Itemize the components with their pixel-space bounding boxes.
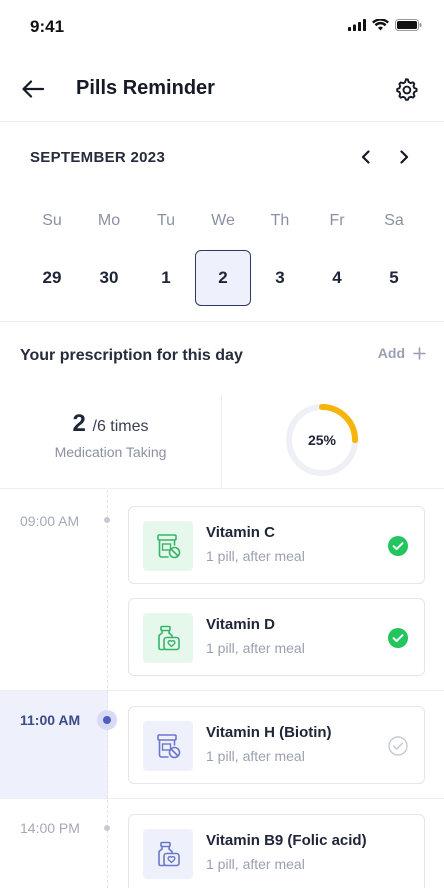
slot-divider bbox=[0, 798, 444, 799]
app-header: Pills Reminder bbox=[0, 60, 444, 118]
date-row: 29 30 1 2 3 4 5 bbox=[24, 250, 422, 306]
medication-name: Vitamin C bbox=[206, 524, 275, 541]
weekday-label: Mo bbox=[97, 212, 121, 229]
medication-name: Vitamin D bbox=[206, 616, 275, 633]
medication-card[interactable]: Vitamin C 1 pill, after meal bbox=[128, 506, 425, 584]
supplement-jar-icon bbox=[158, 625, 180, 651]
check-circle-icon[interactable] bbox=[388, 628, 408, 648]
chevron-left-icon bbox=[361, 150, 370, 164]
weekday-label: We bbox=[211, 212, 235, 229]
medication-card[interactable]: Vitamin B9 (Folic acid) 1 pill, after me… bbox=[128, 814, 425, 888]
add-label: Add bbox=[377, 345, 405, 361]
calendar-divider bbox=[0, 321, 444, 322]
stats-row: 2 /6 times Medication Taking bbox=[0, 396, 444, 488]
month-label: SEPTEMBER 2023 bbox=[30, 149, 166, 166]
medication-dose: 1 pill, after meal bbox=[206, 548, 305, 564]
taken-summary: 2 /6 times Medication Taking bbox=[0, 396, 221, 488]
header-divider bbox=[0, 121, 444, 122]
date-cell[interactable]: 4 bbox=[309, 250, 365, 306]
date-cell[interactable]: 30 bbox=[81, 250, 137, 306]
check-circle-icon[interactable] bbox=[388, 536, 408, 556]
prev-month-button[interactable] bbox=[355, 146, 377, 168]
signal-icon bbox=[348, 19, 366, 31]
active-slot-highlight bbox=[0, 690, 108, 798]
medication-name: Vitamin H (Biotin) bbox=[206, 724, 332, 741]
date-cell[interactable]: 5 bbox=[366, 250, 422, 306]
weekday-label: Fr bbox=[329, 212, 345, 229]
stats-divider bbox=[221, 396, 222, 488]
pill-bottle-icon bbox=[157, 734, 181, 759]
medication-dose: 1 pill, after meal bbox=[206, 856, 305, 872]
medication-thumb bbox=[143, 721, 193, 771]
page-title: Pills Reminder bbox=[76, 77, 215, 99]
wifi-icon bbox=[372, 19, 389, 31]
medication-card[interactable]: Vitamin D 1 pill, after meal bbox=[128, 598, 425, 676]
weekday-label: Th bbox=[270, 212, 290, 229]
next-month-button[interactable] bbox=[393, 146, 415, 168]
supplement-jar-icon bbox=[158, 841, 180, 867]
medication-thumb bbox=[143, 829, 193, 879]
medication-thumb bbox=[143, 521, 193, 571]
taken-caption: Medication Taking bbox=[54, 444, 167, 460]
medication-dose: 1 pill, after meal bbox=[206, 640, 305, 656]
battery-icon bbox=[395, 19, 422, 31]
timeline-dot bbox=[104, 517, 110, 523]
medication-card[interactable]: Vitamin H (Biotin) 1 pill, after meal bbox=[128, 706, 425, 784]
plus-icon bbox=[413, 346, 426, 360]
medication-thumb bbox=[143, 613, 193, 663]
time-label-active: 11:00 AM bbox=[20, 712, 81, 728]
status-bar: 9:41 bbox=[0, 0, 444, 52]
back-button[interactable] bbox=[20, 76, 46, 102]
pill-bottle-icon bbox=[157, 534, 181, 559]
date-cell[interactable]: 1 bbox=[138, 250, 194, 306]
weekday-row: Su Mo Tu We Th Fr Sa bbox=[24, 212, 422, 230]
time-label: 09:00 AM bbox=[20, 513, 80, 529]
weekday-label: Sa bbox=[384, 212, 404, 229]
weekday-label: Tu bbox=[156, 212, 176, 229]
date-cell[interactable]: 3 bbox=[252, 250, 308, 306]
taken-count-line: 2 /6 times bbox=[0, 410, 221, 438]
timeline-dot bbox=[104, 825, 110, 831]
status-time: 9:41 bbox=[30, 17, 65, 36]
taken-total: /6 times bbox=[92, 418, 149, 435]
settings-button[interactable] bbox=[392, 75, 420, 103]
date-cell[interactable]: 29 bbox=[24, 250, 80, 306]
slot-divider bbox=[0, 690, 444, 691]
timeline-dot-active bbox=[97, 710, 117, 730]
chevron-right-icon bbox=[400, 150, 409, 164]
add-prescription-button[interactable]: Add bbox=[378, 345, 426, 361]
prescription-title: Your prescription for this day bbox=[20, 347, 243, 364]
arrow-left-icon bbox=[22, 80, 44, 98]
time-label: 14:00 PM bbox=[20, 820, 80, 836]
check-circle-outline-icon[interactable] bbox=[388, 736, 408, 756]
medication-dose: 1 pill, after meal bbox=[206, 748, 305, 764]
medication-name: Vitamin B9 (Folic acid) bbox=[206, 832, 367, 849]
stats-bottom-divider bbox=[0, 488, 444, 489]
weekday-label: Su bbox=[42, 212, 62, 229]
progress-percent: 25% bbox=[307, 432, 337, 448]
status-icons bbox=[348, 19, 422, 31]
date-cell-selected[interactable]: 2 bbox=[195, 250, 251, 306]
taken-count: 2 bbox=[72, 410, 86, 437]
gear-icon bbox=[396, 78, 418, 101]
